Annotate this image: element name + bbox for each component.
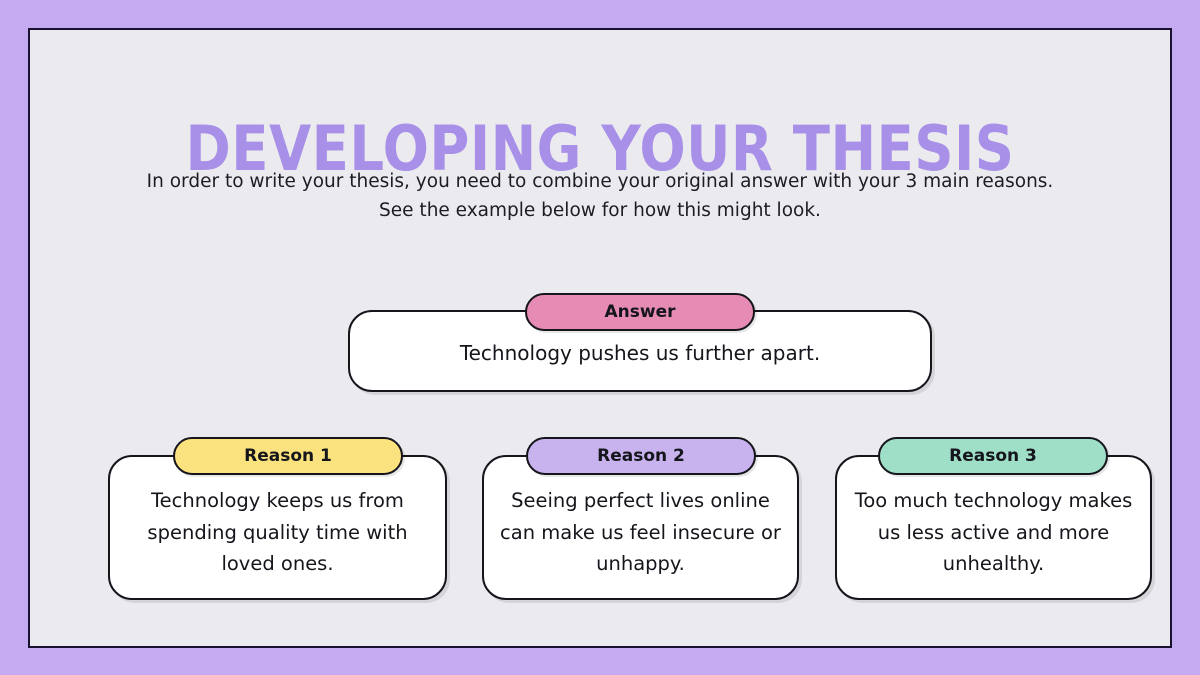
- reason-2-badge[interactable]: Reason 2: [526, 437, 756, 475]
- reason-1-card[interactable]: Technology keeps us from spending qualit…: [108, 455, 447, 600]
- subtitle-line-2: See the example below for how this might…: [379, 199, 821, 221]
- reason-3-card[interactable]: Too much technology makes us less active…: [835, 455, 1152, 600]
- reason-2-card[interactable]: Seeing perfect lives online can make us …: [482, 455, 799, 600]
- answer-text: Technology pushes us further apart.: [459, 341, 821, 365]
- slide-subtitle: In order to write your thesis, you need …: [100, 168, 1100, 225]
- slide-canvas: DEVELOPING YOUR THESIS In order to write…: [0, 0, 1200, 675]
- reason-3-text: Too much technology makes us less active…: [854, 489, 1133, 576]
- answer-badge[interactable]: Answer: [525, 293, 755, 331]
- subtitle-line-1: In order to write your thesis, you need …: [146, 171, 1054, 192]
- reason-3-badge[interactable]: Reason 3: [878, 437, 1108, 475]
- reason-1-text: Technology keeps us from spending qualit…: [147, 489, 408, 576]
- slide-panel: DEVELOPING YOUR THESIS In order to write…: [28, 28, 1172, 648]
- reason-1-badge[interactable]: Reason 1: [173, 437, 403, 475]
- reason-2-text: Seeing perfect lives online can make us …: [500, 489, 781, 576]
